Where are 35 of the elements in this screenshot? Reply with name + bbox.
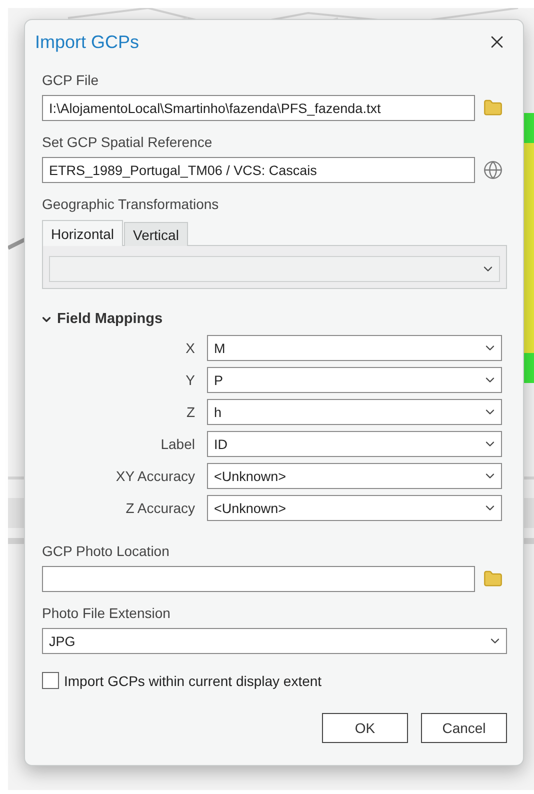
field-label: Geographic Transformations [42,196,220,212]
checkbox[interactable] [42,672,59,689]
dropdown[interactable]: <Unknown> [207,463,502,489]
field-label: GCP File [42,72,100,88]
dialog-title: Import GCPs [35,32,140,52]
input-field[interactable]: ETRS_1989_Portugal_TM06 / VCS: Cascais [42,157,475,183]
checkbox-label: Import GCPs within current display extent [64,672,322,688]
tab[interactable]: Vertical [124,222,188,246]
folder-icon [483,98,503,118]
field-label: Z Accuracy [124,500,195,516]
field-label: GCP Photo Location [42,543,170,559]
field-label: Y [184,372,195,388]
browse-folder-button[interactable] [483,569,503,589]
dropdown[interactable]: h [207,399,502,425]
tab[interactable]: Horizontal [42,220,124,246]
browse-folder-button[interactable] [483,98,503,118]
dialog-button[interactable]: OK [322,713,408,743]
folder-icon [483,569,503,589]
dropdown[interactable]: P [207,367,502,393]
dropdown[interactable]: JPG [42,628,507,654]
spatial-reference-button[interactable] [483,160,503,180]
section-toggle[interactable]: Field Mappings [40,311,163,327]
field-label: Label [160,436,195,452]
dropdown[interactable]: <Unknown> [207,495,502,521]
field-label: XY Accuracy [114,468,195,484]
dropdown[interactable]: ID [207,431,502,457]
input-field[interactable]: I:\AlojamentoLocal\Smartinho\fazenda\PFS_fazenda.txt [42,95,475,121]
field-label: Photo File Extension [42,605,172,621]
dialog-button[interactable]: Cancel [421,713,507,743]
input-field[interactable] [42,566,475,592]
field-label: X [184,340,195,356]
field-label: Z [185,404,195,420]
globe-icon [483,160,503,180]
dropdown[interactable]: M [207,335,502,361]
field-label: Set GCP Spatial Reference [42,134,214,150]
